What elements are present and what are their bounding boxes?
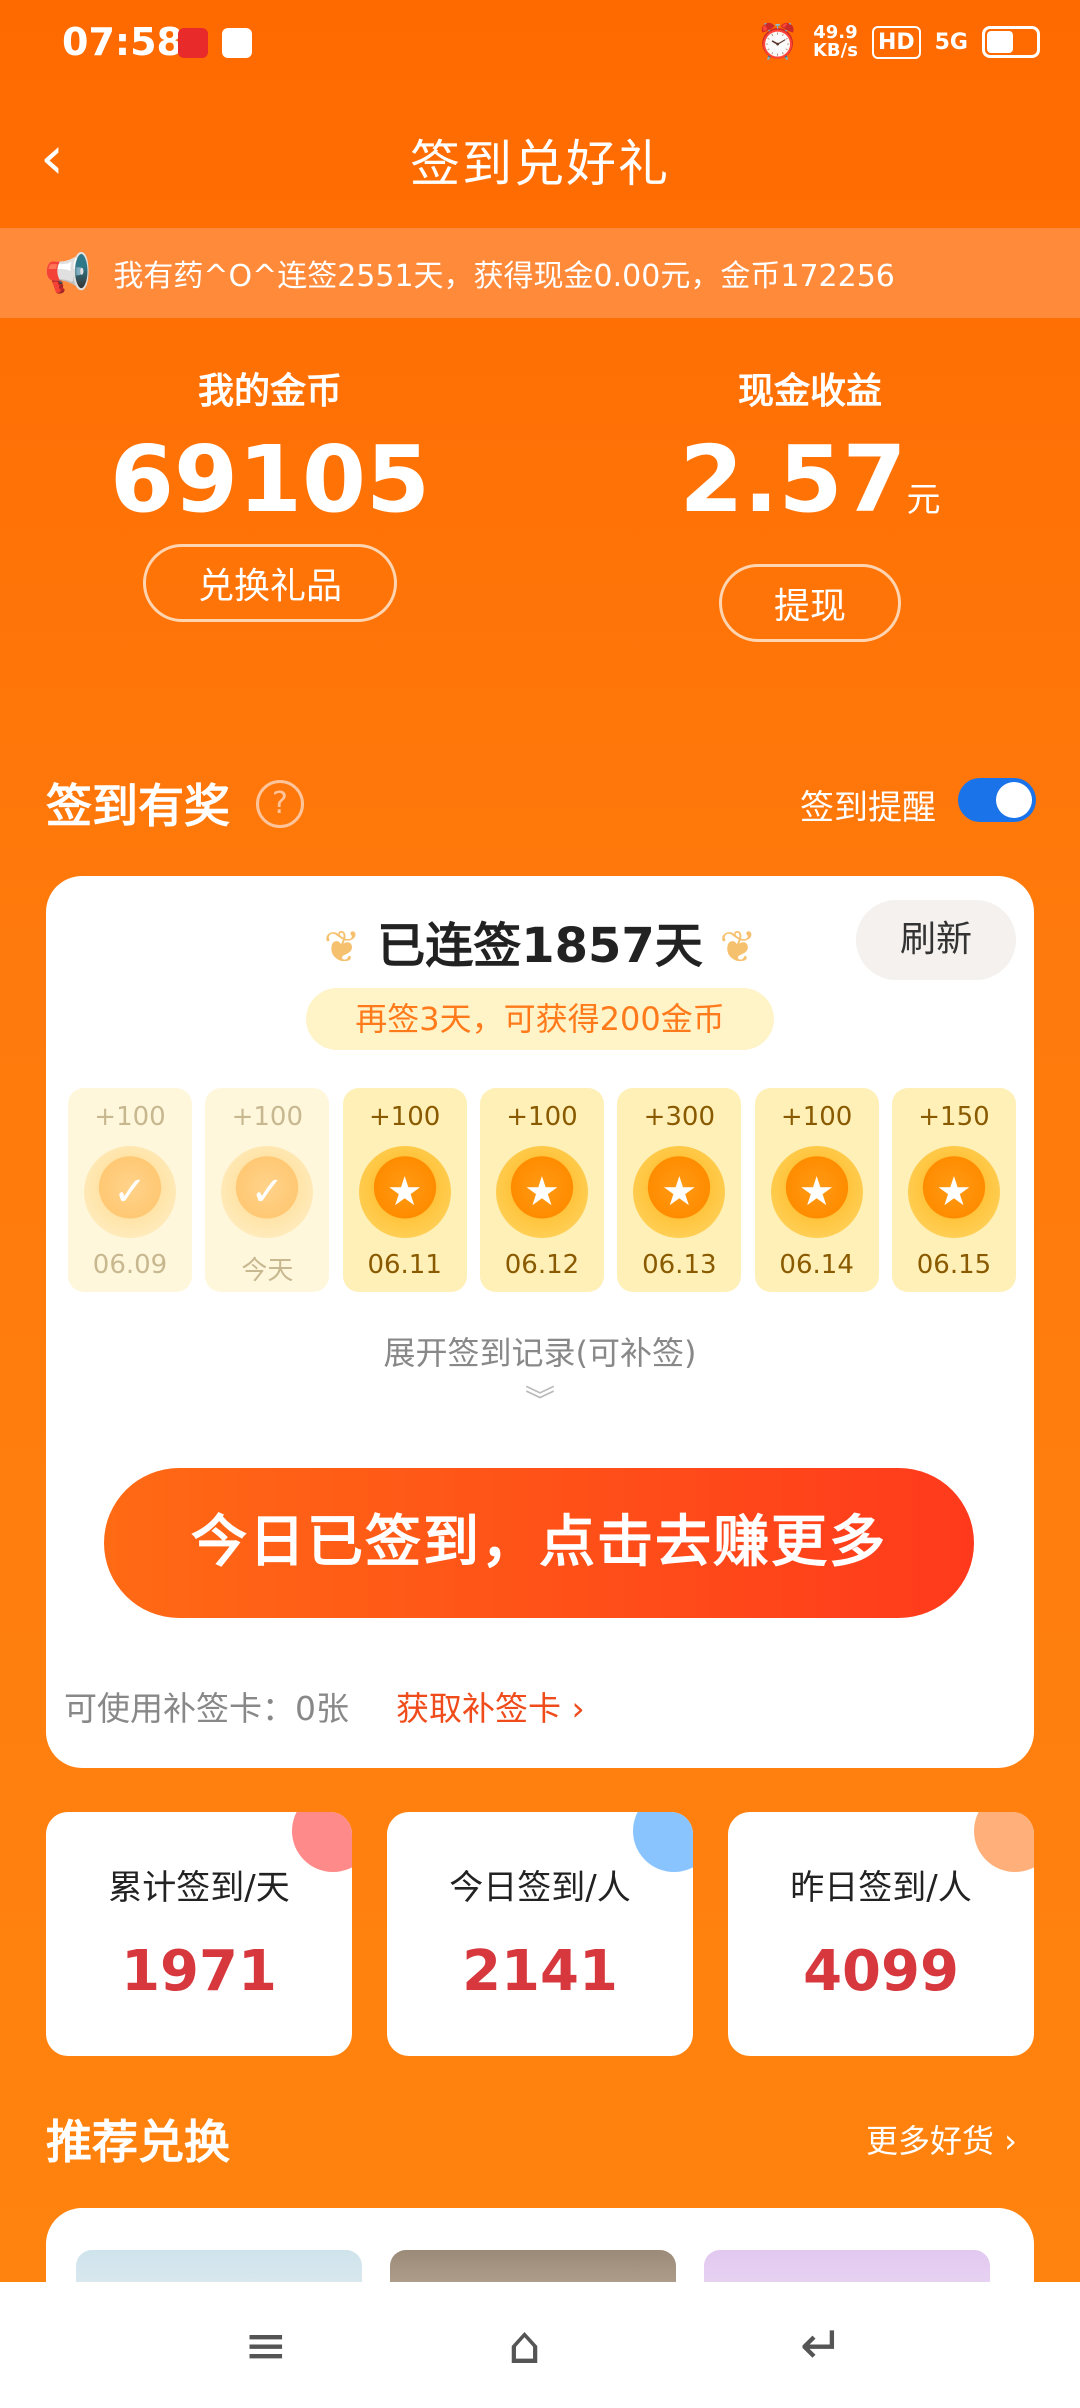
day-date: 今天 xyxy=(241,1256,294,1286)
megaphone-icon: 📢 xyxy=(44,250,92,295)
star-coin-icon: ★ xyxy=(770,1146,863,1238)
status-bar: 07:58 ⏰ 49.9 KB/s HD 5G xyxy=(0,0,1080,90)
day-date: 06.15 xyxy=(916,1250,992,1280)
cash-stat: 现金收益 2.57元 提现 xyxy=(540,362,1080,642)
stat-box-value: 4099 xyxy=(803,1939,959,2004)
star-coin-icon: ★ xyxy=(633,1146,726,1238)
get-makeup-card-link[interactable]: 获取补签卡 › xyxy=(396,1682,585,1730)
refresh-button[interactable]: 刷新 xyxy=(856,900,1016,980)
coins-label: 我的金币 xyxy=(197,371,342,412)
stat-box-label: 今日签到/人 xyxy=(449,1868,631,1908)
day-points: +100 xyxy=(506,1102,578,1132)
check-coin-icon: ✓ xyxy=(221,1146,314,1238)
makeup-card-count: 可使用补签卡：0张 xyxy=(64,1689,349,1728)
menu-icon[interactable]: ≡ xyxy=(244,2316,288,2376)
video-notification-icon xyxy=(222,28,252,58)
day-date: 06.14 xyxy=(779,1250,854,1280)
day-points: +100 xyxy=(94,1102,166,1132)
net-speed: 49.9 KB/s xyxy=(812,22,858,61)
day-item[interactable]: +100 ★ 06.14 xyxy=(754,1088,879,1292)
day-points: +100 xyxy=(231,1102,304,1132)
battery-icon xyxy=(982,26,1040,58)
redeem-gift-button[interactable]: 兑换礼品 xyxy=(142,544,397,622)
day-list: +100 ✓ 06.09 +100 ✓ 今天 +100 ★ 06.11 +100… xyxy=(68,1088,1016,1292)
toggle-knob xyxy=(996,782,1032,818)
earn-more-button[interactable]: 今日已签到，点击去赚更多 xyxy=(104,1468,974,1618)
notice-text: 我有药^O^连签2551天，获得现金0.00元，金币172256 xyxy=(113,259,895,294)
check-coin-icon: ✓ xyxy=(84,1146,176,1238)
stat-box-today: 今日签到/人 2141 xyxy=(387,1812,693,2056)
expand-record-link[interactable]: 展开签到记录(可补签) xyxy=(46,1328,1034,1374)
recommend-title: 推荐兑换 xyxy=(46,2115,230,2169)
stat-box-total: 累计签到/天 1971 xyxy=(46,1812,352,2056)
signin-card: ❦ 已连签1857天 ❦ 刷新 再签3天，可获得200金币 +100 ✓ 06.… xyxy=(46,876,1034,1768)
stat-box-yesterday: 昨日签到/人 4099 xyxy=(728,1812,1034,2056)
stat-box-label: 累计签到/天 xyxy=(108,1868,290,1908)
signal-icon: 5G xyxy=(934,29,968,55)
day-item[interactable]: +100 ★ 06.12 xyxy=(479,1088,604,1292)
star-coin-icon: ★ xyxy=(358,1146,451,1238)
stat-box-value: 2141 xyxy=(462,1939,618,2004)
day-date: 06.12 xyxy=(504,1250,580,1280)
alarm-icon: ⏰ xyxy=(756,22,799,62)
star-coin-icon: ★ xyxy=(907,1146,1000,1238)
star-coin-icon: ★ xyxy=(495,1146,588,1238)
cash-unit: 元 xyxy=(906,480,941,520)
coins-stat: 我的金币 69105 兑换礼品 xyxy=(0,362,540,622)
status-time: 07:58 xyxy=(62,20,183,64)
system-nav-bar: ≡ ⌂ ↵ xyxy=(0,2282,1080,2408)
cash-label: 现金收益 xyxy=(737,371,882,412)
reminder-label: 签到提醒 xyxy=(800,788,936,828)
laurel-right-icon: ❦ xyxy=(719,922,757,973)
double-chevron-down-icon[interactable]: ︾ xyxy=(46,1376,1034,1420)
back-icon[interactable]: ↵ xyxy=(800,2316,844,2376)
day-date: 06.11 xyxy=(367,1250,442,1280)
day-points: +150 xyxy=(918,1102,990,1132)
streak-text: 已连签1857天 xyxy=(377,918,703,974)
day-item[interactable]: +300 ★ 06.13 xyxy=(617,1088,742,1292)
laurel-left-icon: ❦ xyxy=(323,922,361,973)
withdraw-button[interactable]: 提现 xyxy=(718,564,901,642)
day-points: +100 xyxy=(368,1102,441,1132)
status-right: ⏰ 49.9 KB/s HD 5G xyxy=(757,22,1040,62)
bonus-tip: 再签3天，可获得200金币 xyxy=(306,988,774,1050)
cash-value: 2.57 xyxy=(679,426,907,533)
signin-section-title: 签到有奖 xyxy=(46,779,230,833)
day-points: +100 xyxy=(780,1102,853,1132)
day-date: 06.13 xyxy=(642,1250,717,1280)
page-title: 签到兑好礼 xyxy=(410,135,670,193)
day-item[interactable]: +100 ✓ 06.09 xyxy=(68,1088,192,1292)
cash-value-row: 2.57元 xyxy=(540,430,1080,550)
day-item[interactable]: +150 ★ 06.15 xyxy=(891,1088,1016,1292)
day-date: 06.09 xyxy=(92,1250,168,1280)
day-item[interactable]: +100 ✓ 今天 xyxy=(205,1088,330,1292)
app-notification-icon xyxy=(178,28,208,58)
stat-box-value: 1971 xyxy=(121,1939,277,2004)
more-goods-link[interactable]: 更多好货 › xyxy=(866,2116,1017,2162)
help-icon[interactable]: ? xyxy=(256,780,304,828)
coins-value: 69105 xyxy=(109,426,431,533)
reminder-toggle[interactable] xyxy=(958,778,1036,822)
day-item[interactable]: +100 ★ 06.11 xyxy=(342,1088,467,1292)
stat-box-label: 昨日签到/人 xyxy=(790,1868,972,1908)
hd-icon: HD xyxy=(871,25,921,59)
day-points: +300 xyxy=(643,1102,716,1132)
notice-bar: 📢 我有药^O^连签2551天，获得现金0.00元，金币172256 xyxy=(0,228,1080,318)
home-icon[interactable]: ⌂ xyxy=(508,2316,541,2376)
